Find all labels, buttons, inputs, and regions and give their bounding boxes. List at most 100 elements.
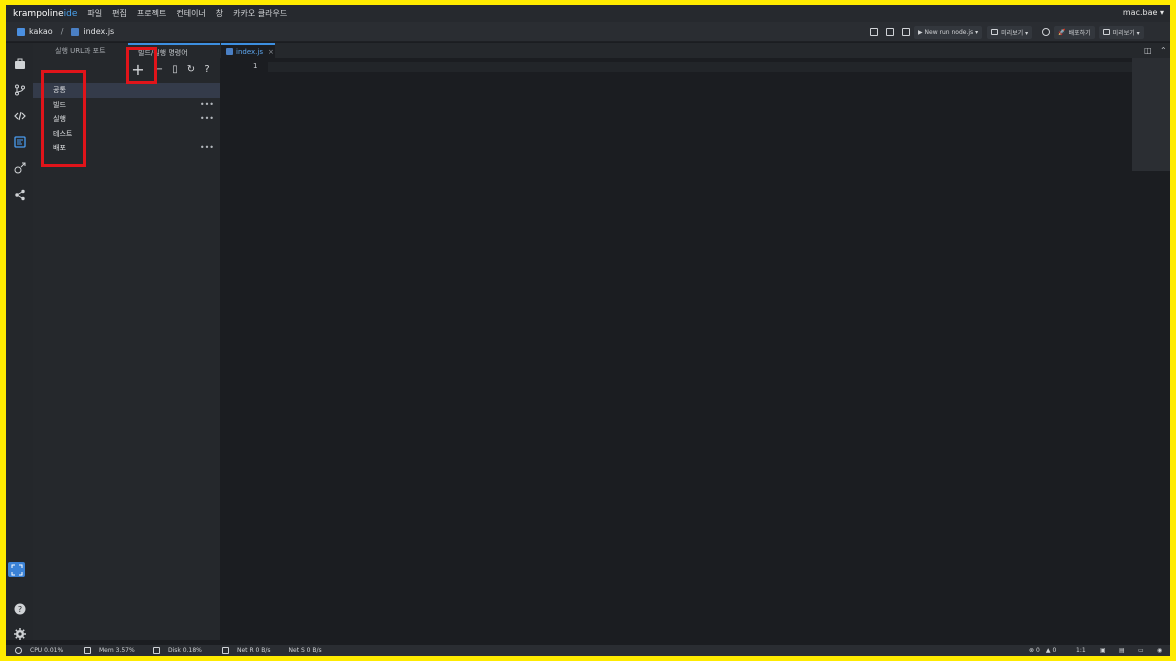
monitor-icon <box>1102 29 1110 35</box>
line-number: 1 <box>253 62 258 70</box>
menu-window[interactable]: 창 <box>216 8 223 19</box>
list-item-label: 배포 <box>53 144 66 152</box>
status-bar: CPU 0.01% Mem 3.57% Disk 0.18% Net R 0 B… <box>6 645 1170 656</box>
side-panel: 실행 URL과 포트 빌드/실행 명령어 + − ▯ ↻ ? 공통 빌드 •••… <box>33 43 220 640</box>
net-status: Net R 0 B/s Net S 0 B/s <box>222 647 322 654</box>
tab-index-js[interactable]: index.js × <box>221 43 275 58</box>
panel-tabs: 실행 URL과 포트 빌드/실행 명령어 <box>33 43 220 58</box>
git-branch-icon[interactable] <box>13 83 26 96</box>
notification-icon[interactable]: ◉ <box>1157 647 1162 654</box>
list-item-label: 실행 <box>53 115 66 123</box>
copy-icon[interactable]: ▯ <box>168 62 182 76</box>
chat-icon[interactable]: ▤ <box>1119 647 1125 654</box>
command-list: 공통 빌드 ••• 실행 ••• 테스트 배포 ••• <box>33 83 220 156</box>
toolbar: kakao / index.js ▶ New run node.js ▾ 미리보… <box>6 22 1170 42</box>
menu-bar: krampolineide 파일 편집 프로젝트 컨테이너 창 카카오 클라우드… <box>6 5 1170 22</box>
deploy-button[interactable]: 🚀 배포하기 <box>1054 25 1095 39</box>
disk-label: Disk 0.18% <box>168 647 202 654</box>
menu-project[interactable]: 프로젝트 <box>137 8 166 19</box>
remove-icon[interactable]: − <box>152 62 166 76</box>
preview2-button[interactable]: 미리보기 ▾ <box>1098 25 1144 39</box>
list-item[interactable]: 빌드 ••• <box>33 98 220 113</box>
breadcrumb-project-label: kakao <box>29 27 53 36</box>
cpu-label: CPU 0.01% <box>30 647 64 654</box>
memory-icon <box>84 647 91 654</box>
container-icon[interactable] <box>13 161 26 174</box>
error-count: 0 <box>1036 647 1040 654</box>
tab-build-run-commands[interactable]: 빌드/실행 명령어 <box>128 43 220 58</box>
globe-icon[interactable] <box>1042 28 1051 36</box>
menu-kakao-cloud[interactable]: 카카오 클라우드 <box>233 8 287 19</box>
current-line-highlight <box>268 62 1132 72</box>
chevron-up-icon[interactable]: ⌃ <box>1160 46 1167 55</box>
run-config-icon[interactable] <box>13 135 26 148</box>
layout-icon[interactable]: ▣ <box>1100 647 1106 654</box>
net-send-label: Net S 0 B/s <box>288 647 322 654</box>
more-options-icon[interactable]: ••• <box>200 98 214 113</box>
disk-status: Disk 0.18% <box>153 647 202 654</box>
brand-name: krampoline <box>13 8 64 19</box>
save-icon[interactable] <box>870 28 878 36</box>
warning-icon: ▲ <box>1045 647 1051 654</box>
save-all-icon[interactable] <box>886 28 894 36</box>
share-icon[interactable] <box>13 188 26 201</box>
list-item[interactable]: 배포 ••• <box>33 141 220 156</box>
deploy-label: 배포하기 <box>1068 29 1091 37</box>
ide-window: krampolineide 파일 편집 프로젝트 컨테이너 창 카카오 클라우드… <box>6 5 1170 656</box>
list-item-label: 공통 <box>53 86 66 94</box>
menu-file[interactable]: 파일 <box>87 8 102 19</box>
project-explorer-icon[interactable] <box>13 57 26 70</box>
project-icon <box>17 27 25 36</box>
list-item-label: 테스트 <box>53 129 73 138</box>
split-editor-icon[interactable]: ◫ <box>1144 46 1152 55</box>
js-file-icon <box>71 27 80 36</box>
editor-tab-bar: index.js × ◫ ⌃ <box>220 43 1170 58</box>
preview2-label: 미리보기 ▾ <box>1112 29 1140 37</box>
list-item[interactable]: 공통 <box>33 83 220 98</box>
gear-icon <box>15 647 22 654</box>
preview-label: 미리보기 ▾ <box>1001 29 1029 37</box>
menu-edit[interactable]: 편집 <box>112 8 127 19</box>
cursor-position: 1:1 <box>1076 647 1086 654</box>
settings-gear-icon[interactable] <box>13 627 26 640</box>
panel-actions: + − ▯ ↻ ? <box>126 60 216 79</box>
refresh-icon[interactable]: ↻ <box>184 62 198 76</box>
warning-count: 0 <box>1052 647 1057 654</box>
activity-bar: ? <box>6 43 33 640</box>
network-icon <box>222 647 229 654</box>
brand-logo[interactable]: krampolineide <box>6 9 77 19</box>
list-item-label: 빌드 <box>53 100 66 109</box>
run-button[interactable]: ▶ New run node.js ▾ <box>914 25 983 39</box>
mem-label: Mem 3.57% <box>99 647 135 654</box>
terminal-icon[interactable]: ▭ <box>1138 647 1144 654</box>
code-editor[interactable]: 1 <box>220 58 1170 640</box>
breadcrumb-separator: / <box>60 27 64 36</box>
breadcrumb-project[interactable]: kakao <box>17 27 53 36</box>
rocket-icon: 🚀 <box>1058 28 1066 36</box>
menu-container[interactable]: 컨테이너 <box>176 8 205 19</box>
js-file-icon <box>226 48 233 55</box>
code-icon[interactable] <box>13 109 26 122</box>
help-icon[interactable]: ? <box>13 602 26 615</box>
more-options-icon[interactable]: ••• <box>200 141 214 156</box>
cpu-status: CPU 0.01% <box>15 647 63 654</box>
build-icon[interactable] <box>902 28 910 36</box>
breadcrumb-file-label: index.js <box>83 27 115 36</box>
monitor-icon <box>991 29 999 35</box>
help-circle-icon[interactable]: ? <box>200 62 214 76</box>
tab-run-url-port[interactable]: 실행 URL과 포트 <box>55 43 106 58</box>
svg-text:?: ? <box>17 605 21 614</box>
preview-button[interactable]: 미리보기 ▾ <box>987 25 1033 39</box>
list-item[interactable]: 테스트 <box>33 127 220 142</box>
close-icon[interactable]: × <box>268 48 274 56</box>
user-menu[interactable]: mac.bae ▾ <box>1123 8 1164 17</box>
breadcrumb-file[interactable]: index.js <box>71 27 114 36</box>
disk-icon <box>153 647 160 654</box>
mem-status: Mem 3.57% <box>84 647 135 654</box>
minimap[interactable] <box>1132 58 1170 171</box>
list-item[interactable]: 실행 ••• <box>33 112 220 127</box>
more-options-icon[interactable]: ••• <box>200 112 214 127</box>
problems-status[interactable]: ⊗ 0 ▲ 0 <box>1029 647 1056 654</box>
add-icon[interactable]: + <box>126 60 150 79</box>
fullscreen-icon[interactable] <box>8 562 25 577</box>
